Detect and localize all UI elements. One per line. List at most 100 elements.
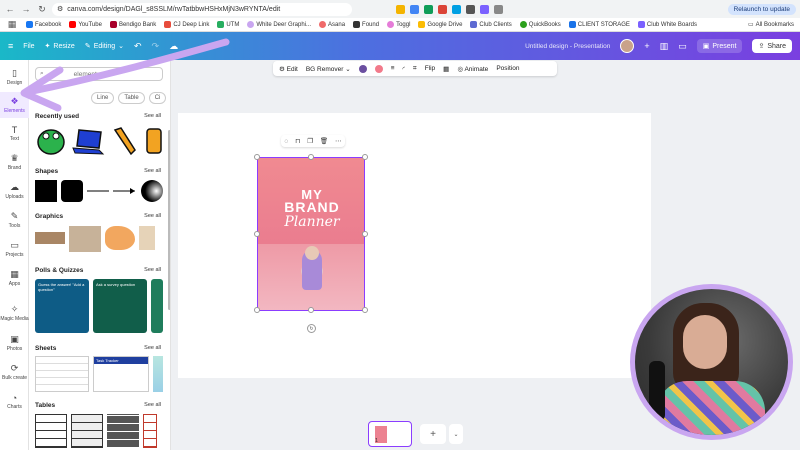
menu-icon[interactable]: ≡ [8,41,13,51]
extension-icon[interactable] [452,4,461,14]
comment-icon[interactable]: ◌ [284,138,288,145]
extension-icon[interactable] [438,4,447,14]
bookmark-client-storage[interactable]: CLIENT STORAGE [568,21,630,28]
corner-rounding-icon[interactable]: ◜ [402,65,405,73]
see-all-link[interactable]: See all [144,267,161,274]
extension-icon[interactable] [424,4,433,14]
cloud-save-icon[interactable]: ☁ [169,41,178,52]
circle-shape[interactable] [141,180,163,202]
see-all-link[interactable]: See all [144,113,161,120]
chip-table[interactable]: Table [118,92,145,104]
bookmark-quickbooks[interactable]: QuickBooks [519,21,561,28]
plus-icon[interactable]: + [644,41,649,51]
laptop-sticker[interactable] [71,126,105,156]
slide-page[interactable] [178,113,651,378]
bookmark-toggl[interactable]: Toggl [387,21,410,28]
see-all-link[interactable]: See all [144,345,161,352]
bookmark-white-boards[interactable]: Club White Boards [637,21,697,28]
bookmark-youtube[interactable]: YouTube [69,21,102,28]
duplicate-icon[interactable]: ❐ [307,137,313,145]
redo-icon[interactable]: ↷ [152,41,160,52]
rail-brand[interactable]: ♛ Brand [0,149,29,175]
rail-tools[interactable]: ✎ Tools [0,207,29,233]
resize-handle[interactable] [308,154,314,160]
edit-button[interactable]: ⚙ Edit [279,65,298,73]
flip-button[interactable]: Flip [425,65,435,72]
resize-button[interactable]: ✦ Resize [45,42,75,51]
forward-icon[interactable]: → [20,3,32,15]
page-thumbnail[interactable]: 1 [368,421,412,447]
bookmark-white-deer[interactable]: White Deer Graphi... [247,21,311,28]
resize-handle[interactable] [362,231,368,237]
color-swatch-pink[interactable] [374,64,383,73]
extension-icon[interactable] [396,4,405,14]
extension-icon[interactable] [466,4,475,14]
bookmark-cj[interactable]: CJ Deep Link [164,21,209,28]
see-all-link[interactable]: See all [144,168,161,175]
editing-mode-button[interactable]: ✎ Editing ⌄ [85,42,124,51]
rotate-handle-icon[interactable]: ↻ [307,324,316,333]
site-info-icon[interactable]: ⚙ [57,5,63,13]
see-all-link[interactable]: See all [144,402,161,409]
delete-icon[interactable]: 🗑 [320,137,328,145]
table-dark[interactable] [107,414,139,448]
frog-sticker[interactable] [35,126,67,156]
resize-handle[interactable] [362,154,368,160]
bookmark-found[interactable]: Found [353,21,379,28]
rail-design[interactable]: ▯ Design [0,64,29,90]
pencil-sticker[interactable] [109,126,139,156]
rail-projects[interactable]: ▭ Projects [0,236,29,262]
table-header[interactable] [71,414,103,448]
analytics-icon[interactable]: ▥ [660,41,669,52]
reload-icon[interactable]: ↻ [36,3,48,15]
scroll-sticker[interactable] [143,126,163,156]
add-page-button[interactable]: + [420,424,446,444]
rounded-square-shape[interactable] [61,180,83,202]
relaunch-button[interactable]: Relaunch to update [727,3,796,15]
bookmark-club-clients[interactable]: Club Clients [470,21,512,28]
animate-button[interactable]: ◎ Animate [457,65,488,73]
all-bookmarks[interactable]: ▭ All Bookmarks [748,21,794,29]
design-title[interactable]: Untitled design - Presentation [525,43,610,50]
extension-icon[interactable] [480,4,489,14]
resize-handle[interactable] [254,231,260,237]
task-tracker-sheet[interactable]: Task Tracker [93,356,149,392]
rail-elements[interactable]: ❖ Elements [0,92,29,118]
paper-texture-graphic[interactable] [69,226,101,252]
resize-handle[interactable] [254,154,260,160]
share-button[interactable]: ⇪ Share [752,39,792,53]
table-red[interactable] [143,414,157,448]
comment-icon[interactable]: ▭ [678,41,687,52]
blank-sheet[interactable] [35,356,89,392]
present-button[interactable]: ▣ Present [696,39,743,53]
rail-text[interactable]: T Text [0,120,29,146]
chip-line[interactable]: Line [91,92,115,104]
brand-planner-cover[interactable]: MY BRAND Planner [257,157,365,311]
bookmark-utm[interactable]: UTM [217,21,239,28]
rail-magic-media[interactable]: ✧ Magic Media [0,300,29,326]
rail-uploads[interactable]: ☁ Uploads [0,178,29,204]
square-shape[interactable] [35,180,57,202]
bookmark-asana[interactable]: Asana [319,21,345,28]
blob-graphic[interactable] [105,226,135,250]
search-input[interactable]: ⌕ elements [35,67,163,81]
lock-icon[interactable]: ⊓ [295,137,300,145]
file-menu[interactable]: File [23,43,34,50]
undo-icon[interactable]: ↶ [134,41,142,52]
crop-icon[interactable]: ⌗ [413,65,417,73]
rail-bulk-create[interactable]: ⟳ Bulk create [0,359,29,385]
more-icon[interactable]: ⋯ [335,137,342,145]
survey-card[interactable]: Ask a survey question [93,279,147,333]
extension-icon[interactable] [494,4,503,14]
resize-handle[interactable] [254,307,260,313]
quiz-card[interactable]: Guess the answer! "Add a question" [35,279,89,333]
sheet-partial[interactable] [153,356,163,392]
see-all-link[interactable]: See all [144,213,161,220]
bookmark-bendigo[interactable]: Bendigo Bank [109,21,156,28]
border-style-icon[interactable]: ≡ [391,65,395,72]
bookmark-drive[interactable]: Google Drive [418,21,462,28]
paper-strip-graphic[interactable] [35,232,65,244]
bookmark-facebook[interactable]: Facebook [26,21,61,28]
arrow-shape[interactable] [113,180,137,202]
chevron-down-icon[interactable]: ⌄ [449,424,463,444]
